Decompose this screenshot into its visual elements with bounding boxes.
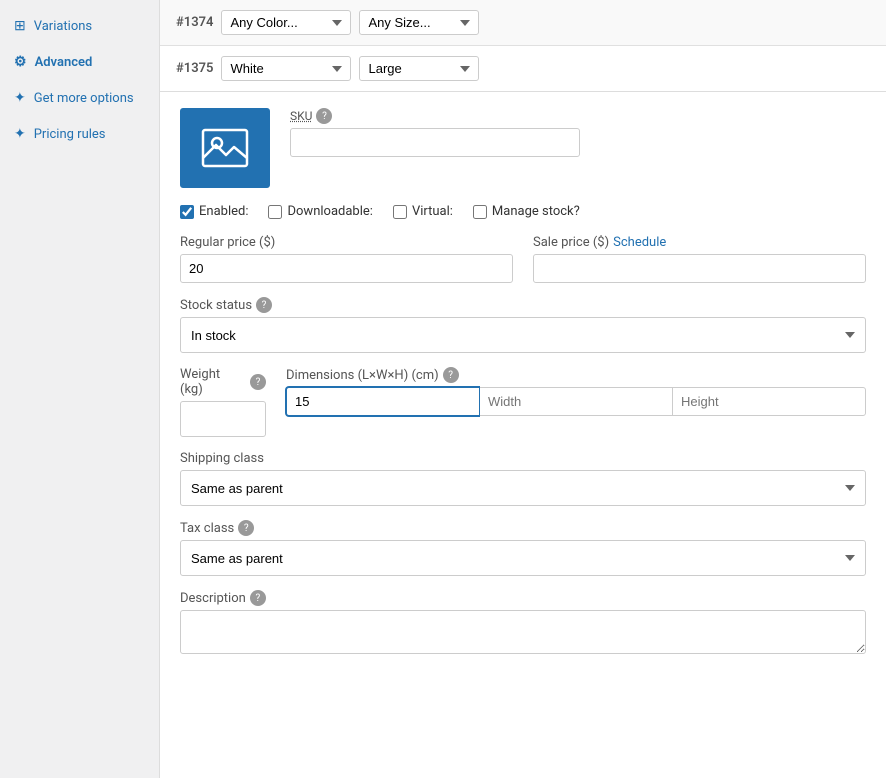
regular-price-label: Regular price ($) xyxy=(180,235,275,250)
price-row: Regular price ($) Sale price ($) Schedul… xyxy=(180,235,866,283)
sidebar-label-advanced: Advanced xyxy=(35,55,93,70)
sidebar-item-get-more-options[interactable]: ✦ Get more options xyxy=(0,80,159,116)
sale-price-group: Sale price ($) Schedule xyxy=(533,235,866,283)
downloadable-label[interactable]: Downloadable: xyxy=(287,204,372,219)
virtual-checkbox[interactable] xyxy=(393,205,407,219)
sku-group: SKU ? xyxy=(290,108,866,157)
weight-group: Weight (kg) ? xyxy=(180,367,266,437)
checkboxes-row: Enabled: Downloadable: Virtual: Manage s… xyxy=(180,204,866,219)
regular-price-label-row: Regular price ($) xyxy=(180,235,513,250)
grid-icon: ⊞ xyxy=(14,18,26,34)
sidebar-item-advanced[interactable]: ⚙ Advanced xyxy=(0,44,159,80)
stock-status-label: Stock status xyxy=(180,298,252,313)
schedule-link[interactable]: Schedule xyxy=(613,235,666,250)
manage-stock-checkbox[interactable] xyxy=(473,205,487,219)
dimensions-inputs xyxy=(286,387,866,416)
dim-width-input[interactable] xyxy=(479,387,672,416)
dimensions-label: Dimensions (L×W×H) (cm) xyxy=(286,368,439,383)
regular-price-input[interactable] xyxy=(180,254,513,283)
main-content: #1374 Any Color... White Black Red Any S… xyxy=(160,0,886,778)
variation-row-1375: #1375 Any Color... White Black Red Any S… xyxy=(160,46,886,92)
enabled-checkbox[interactable] xyxy=(180,205,194,219)
enabled-checkbox-group: Enabled: xyxy=(180,204,248,219)
virtual-checkbox-group: Virtual: xyxy=(393,204,453,219)
manage-stock-checkbox-group: Manage stock? xyxy=(473,204,580,219)
sku-label-row: SKU ? xyxy=(290,108,866,124)
weight-input[interactable] xyxy=(180,401,266,437)
size-select-1375[interactable]: Any Size... Small Medium Large xyxy=(359,56,479,81)
tax-class-row: Tax class ? Same as parent Standard Redu… xyxy=(180,520,866,576)
shipping-class-label: Shipping class xyxy=(180,451,264,466)
dim-length-input[interactable] xyxy=(286,387,479,416)
description-textarea[interactable] xyxy=(180,610,866,654)
regular-price-group: Regular price ($) xyxy=(180,235,513,283)
sku-help-icon[interactable]: ? xyxy=(316,108,332,124)
star-icon-2: ✦ xyxy=(14,126,26,142)
sidebar-label-pricing-rules: Pricing rules xyxy=(34,127,106,142)
description-section: Description ? xyxy=(180,590,866,658)
sidebar-item-variations[interactable]: ⊞ Variations xyxy=(0,8,159,44)
variation-panel: SKU ? Enabled: Downloadable: xyxy=(160,92,886,688)
manage-stock-label[interactable]: Manage stock? xyxy=(492,204,580,219)
dimensions-group: Dimensions (L×W×H) (cm) ? xyxy=(286,367,866,437)
sidebar: ⊞ Variations ⚙ Advanced ✦ Get more optio… xyxy=(0,0,160,778)
downloadable-checkbox[interactable] xyxy=(268,205,282,219)
gear-icon: ⚙ xyxy=(14,54,27,70)
sidebar-label-variations: Variations xyxy=(34,19,92,34)
sidebar-item-pricing-rules[interactable]: ✦ Pricing rules xyxy=(0,116,159,152)
stock-status-help-icon[interactable]: ? xyxy=(256,297,272,313)
color-select-1375[interactable]: Any Color... White Black Red xyxy=(221,56,351,81)
description-label: Description xyxy=(180,591,246,606)
sale-price-label: Sale price ($) xyxy=(533,235,609,250)
image-sku-row: SKU ? xyxy=(180,108,866,188)
sku-input[interactable] xyxy=(290,128,580,157)
shipping-class-label-row: Shipping class xyxy=(180,451,866,466)
sku-label: SKU xyxy=(290,109,312,123)
dimensions-help-icon[interactable]: ? xyxy=(443,367,459,383)
sale-price-input[interactable] xyxy=(533,254,866,283)
weight-label-row: Weight (kg) ? xyxy=(180,367,266,397)
dimensions-label-row: Dimensions (L×W×H) (cm) ? xyxy=(286,367,866,383)
tax-class-help-icon[interactable]: ? xyxy=(238,520,254,536)
variation-row-1374: #1374 Any Color... White Black Red Any S… xyxy=(160,0,886,46)
star-icon-1: ✦ xyxy=(14,90,26,106)
stock-status-label-row: Stock status ? xyxy=(180,297,866,313)
weight-label: Weight (kg) xyxy=(180,367,246,397)
size-select-1374[interactable]: Any Size... Small Medium Large xyxy=(359,10,479,35)
virtual-label[interactable]: Virtual: xyxy=(412,204,453,219)
weight-dimensions-row: Weight (kg) ? Dimensions (L×W×H) (cm) ? xyxy=(180,367,866,437)
shipping-class-select[interactable]: Same as parent No shipping class xyxy=(180,470,866,506)
description-help-icon[interactable]: ? xyxy=(250,590,266,606)
sale-price-label-row: Sale price ($) Schedule xyxy=(533,235,866,250)
shipping-class-row: Shipping class Same as parent No shippin… xyxy=(180,451,866,506)
description-label-row: Description ? xyxy=(180,590,866,606)
variation-id-1374: #1374 xyxy=(176,15,213,30)
weight-help-icon[interactable]: ? xyxy=(250,374,266,390)
stock-status-row: Stock status ? In stock Out of stock On … xyxy=(180,297,866,353)
dim-height-input[interactable] xyxy=(672,387,866,416)
tax-class-select[interactable]: Same as parent Standard Reduced rate Zer… xyxy=(180,540,866,576)
color-select-1374[interactable]: Any Color... White Black Red xyxy=(221,10,351,35)
sidebar-label-get-more-options: Get more options xyxy=(34,91,134,106)
downloadable-checkbox-group: Downloadable: xyxy=(268,204,372,219)
product-image[interactable] xyxy=(180,108,270,188)
tax-class-label-row: Tax class ? xyxy=(180,520,866,536)
variation-id-1375: #1375 xyxy=(176,61,213,76)
tax-class-label: Tax class xyxy=(180,521,234,536)
stock-status-select[interactable]: In stock Out of stock On backorder xyxy=(180,317,866,353)
enabled-label[interactable]: Enabled: xyxy=(199,204,248,219)
